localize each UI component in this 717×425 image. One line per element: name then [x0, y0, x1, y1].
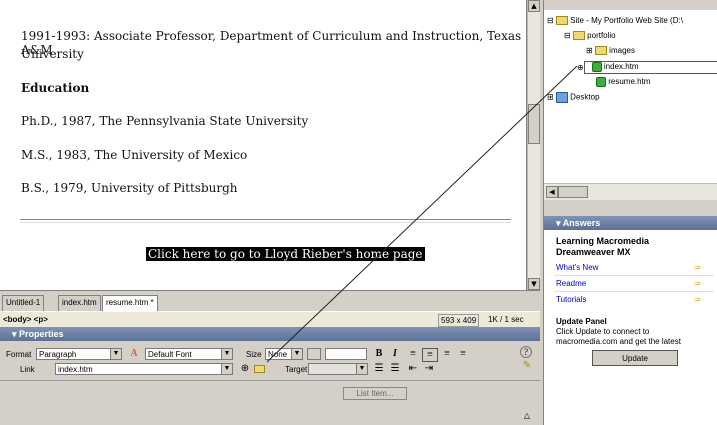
- point-to-file-line: [266, 65, 578, 363]
